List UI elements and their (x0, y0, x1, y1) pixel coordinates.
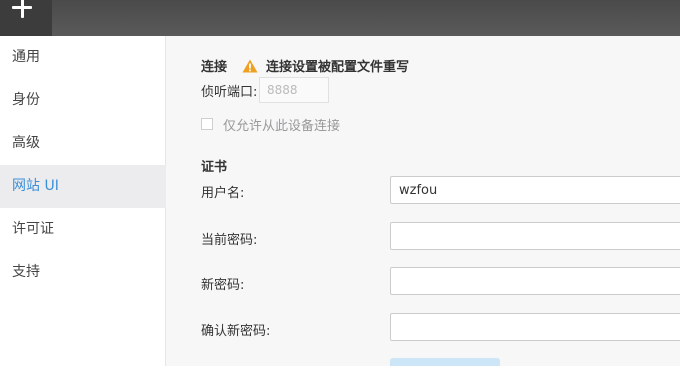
sidebar-item-label: 支持 (12, 264, 40, 280)
warning-icon (242, 59, 258, 73)
sidebar-item-label: 高级 (12, 135, 40, 151)
listen-port-label: 侦听端口: (201, 85, 258, 100)
top-toolbar (0, 0, 680, 36)
sidebar-item-general[interactable]: 通用 (0, 36, 166, 79)
sidebar-item-web-ui[interactable]: 网站 UI (0, 165, 166, 208)
sidebar-item-license[interactable]: 许可证 (0, 208, 166, 251)
settings-panel: 连接 连接设置被配置文件重写 侦听端口: 仅允许从此设备连接 证书 用户名: 当… (167, 36, 680, 366)
sidebar-item-label: 网站 UI (12, 178, 59, 194)
confirm-password-label: 确认新密码: (201, 324, 271, 339)
new-password-input[interactable] (390, 267, 680, 295)
sidebar: 通用 身份 高级 网站 UI 许可证 支持 (0, 36, 166, 366)
sidebar-item-label: 许可证 (12, 221, 54, 237)
add-button[interactable] (0, 0, 52, 36)
certificate-section-title: 证书 (201, 160, 228, 175)
plus-icon (12, 0, 32, 18)
username-input[interactable] (390, 176, 680, 204)
warning-text: 连接设置被配置文件重写 (266, 60, 410, 75)
override-warning: 连接设置被配置文件重写 (242, 56, 409, 75)
current-password-label: 当前密码: (201, 233, 258, 248)
listen-port-input[interactable] (259, 77, 329, 103)
save-button[interactable] (390, 358, 500, 366)
local-only-label: 仅允许从此设备连接 (223, 119, 341, 134)
sidebar-item-label: 通用 (12, 49, 40, 65)
current-password-input[interactable] (390, 222, 680, 250)
sidebar-item-identity[interactable]: 身份 (0, 79, 166, 122)
new-password-label: 新密码: (201, 278, 245, 293)
sidebar-item-advanced[interactable]: 高级 (0, 122, 166, 165)
confirm-password-input[interactable] (390, 313, 680, 341)
connection-section-title: 连接 (201, 60, 228, 75)
sidebar-item-support[interactable]: 支持 (0, 251, 166, 294)
username-label: 用户名: (201, 186, 245, 201)
sidebar-item-label: 身份 (12, 92, 40, 108)
local-only-checkbox[interactable] (201, 118, 213, 130)
